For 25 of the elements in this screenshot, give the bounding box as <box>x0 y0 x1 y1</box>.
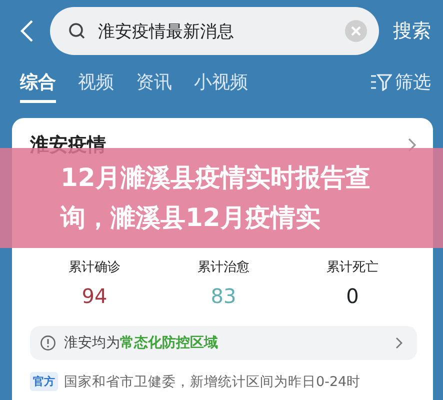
chevron-icon <box>395 336 403 350</box>
stat-label: 累计死亡 <box>326 259 378 276</box>
info-icon <box>40 335 56 351</box>
search-button[interactable]: 搜索 <box>393 18 431 44</box>
tab[interactable]: 资讯 <box>136 70 172 102</box>
filter-icon <box>370 72 392 90</box>
source-badge: 官方 <box>30 372 58 391</box>
search-icon <box>68 22 86 40</box>
notice-text: 淮安均为常态化防控区域 <box>64 334 219 352</box>
notice-bar[interactable]: 淮安均为常态化防控区域 <box>30 326 417 360</box>
tab[interactable]: 小视频 <box>194 70 248 102</box>
stat-value: 94 <box>82 284 108 308</box>
back-icon[interactable] <box>20 19 34 43</box>
tab[interactable]: 视频 <box>78 70 114 102</box>
tab[interactable]: 综合 <box>20 70 56 102</box>
banner-title: 12月濉溪县疫情实时报告查询，濉溪县12月疫情实 <box>60 162 372 234</box>
card-title: 淮安疫情 <box>30 133 106 158</box>
stat-value: 83 <box>210 284 236 308</box>
filter-button[interactable]: 筛选 <box>370 70 431 102</box>
search-field[interactable]: 淮安疫情最新消息 <box>50 7 379 55</box>
clear-icon[interactable] <box>345 20 367 42</box>
stat-label: 累计确诊 <box>68 259 120 276</box>
source-text: 国家和省市卫健委，新增统计区间为昨日0-24时 <box>64 372 361 390</box>
stat-value: 0 <box>346 284 359 308</box>
stat-label: 累计治愈 <box>198 259 250 276</box>
